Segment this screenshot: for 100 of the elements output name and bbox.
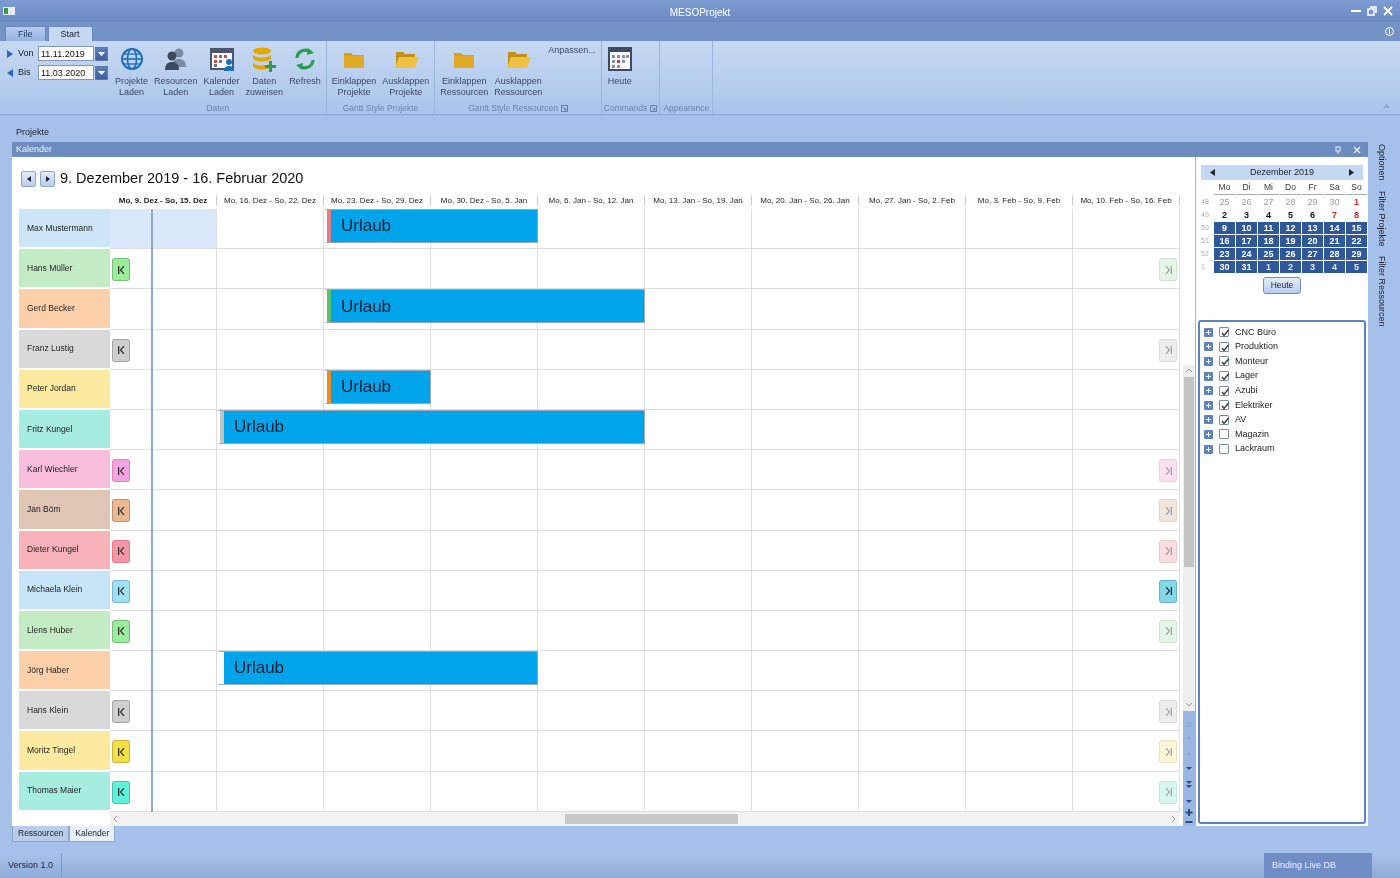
- close-button[interactable]: [1380, 6, 1396, 16]
- calendar-cell[interactable]: [645, 289, 752, 330]
- calendar-cell[interactable]: [324, 329, 431, 370]
- calendar-cell[interactable]: [110, 209, 217, 250]
- checkbox[interactable]: [1219, 429, 1229, 440]
- calendar-cell[interactable]: [1073, 490, 1180, 531]
- calendar-cell[interactable]: [752, 771, 859, 812]
- calendar-cell[interactable]: [538, 490, 645, 531]
- calendar-cell[interactable]: [217, 249, 324, 290]
- previous-button[interactable]: [21, 170, 36, 187]
- calendar-cell[interactable]: [1073, 289, 1180, 330]
- calendar-cell[interactable]: [966, 731, 1073, 772]
- calendar-cell[interactable]: [966, 610, 1073, 652]
- calendar-day[interactable]: 18: [1258, 235, 1279, 247]
- absence-bar[interactable]: Urlaub: [217, 651, 538, 686]
- calendar-cell[interactable]: [1073, 530, 1180, 571]
- calendar-cell[interactable]: [324, 731, 431, 772]
- calendar-day[interactable]: 13: [1302, 222, 1323, 234]
- calendar-day[interactable]: 26: [1280, 248, 1301, 260]
- calendar-cell[interactable]: [1073, 771, 1180, 812]
- next-button[interactable]: [40, 170, 55, 187]
- calendar-day[interactable]: 10: [1236, 222, 1257, 234]
- calendar-day[interactable]: 15: [1346, 222, 1367, 234]
- calendar-day[interactable]: 27: [1302, 248, 1323, 260]
- minimize-button[interactable]: [1348, 10, 1364, 12]
- date-field[interactable]: 11.11.2019: [38, 46, 94, 61]
- calendar-cell[interactable]: [431, 691, 538, 732]
- customize-button[interactable]: Anpassen...: [545, 44, 599, 58]
- calendar-day[interactable]: 28: [1324, 248, 1345, 260]
- calendar-cell[interactable]: [859, 450, 966, 491]
- calendar-cell[interactable]: [538, 329, 645, 370]
- calendar-cell[interactable]: [217, 329, 324, 370]
- calendar-cell[interactable]: [752, 450, 859, 491]
- calendar-cell[interactable]: [1073, 249, 1180, 290]
- calendar-day[interactable]: 2: [1214, 209, 1235, 221]
- calendar-cell[interactable]: [752, 651, 859, 692]
- ribbon-tab[interactable]: Start: [47, 26, 93, 41]
- calendar-day[interactable]: 29: [1346, 248, 1367, 260]
- calendar-cell[interactable]: [1073, 450, 1180, 491]
- calendar-cell[interactable]: [859, 289, 966, 330]
- calendar-cell[interactable]: [324, 490, 431, 531]
- calendar-cell[interactable]: [538, 450, 645, 491]
- calendar-cell[interactable]: [645, 651, 752, 692]
- calendar-cell[interactable]: [324, 450, 431, 491]
- calendar-cell[interactable]: [966, 249, 1073, 290]
- calendar-cell[interactable]: [431, 731, 538, 772]
- calendar-cell[interactable]: [966, 289, 1073, 330]
- bottom-tab[interactable]: Kalender: [69, 826, 116, 842]
- calendar-cell[interactable]: [752, 209, 859, 250]
- calendar-cell[interactable]: [966, 651, 1073, 692]
- calendar-cell[interactable]: [752, 731, 859, 772]
- calendar-day[interactable]: 31: [1236, 261, 1257, 273]
- ribbon-button[interactable]: Heute: [603, 44, 636, 102]
- calendar-cell[interactable]: [966, 450, 1073, 491]
- ribbon-button[interactable]: Resourcen Laden: [151, 44, 201, 102]
- calendar-cell[interactable]: [966, 409, 1073, 451]
- calendar-day[interactable]: 4: [1258, 209, 1279, 221]
- calendar-cell[interactable]: [645, 490, 752, 531]
- scroll-thumb[interactable]: [565, 813, 738, 824]
- calendar-day[interactable]: 24: [1236, 248, 1257, 260]
- calendar-cell[interactable]: [538, 570, 645, 611]
- ribbon-tab[interactable]: File: [5, 26, 46, 41]
- calendar-cell[interactable]: [217, 691, 324, 732]
- dropdown-button[interactable]: [95, 46, 108, 61]
- calendar-cell[interactable]: [431, 570, 538, 611]
- calendar-cell[interactable]: [1073, 651, 1180, 692]
- calendar-day[interactable]: 5: [1346, 261, 1367, 273]
- calendar-cell[interactable]: [859, 329, 966, 370]
- restore-button[interactable]: [1364, 6, 1380, 16]
- calendar-cell[interactable]: [324, 771, 431, 812]
- calendar-cell[interactable]: [859, 369, 966, 410]
- checkbox[interactable]: [1219, 400, 1229, 411]
- today-button[interactable]: Heute: [1262, 277, 1302, 294]
- calendar-cell[interactable]: [645, 530, 752, 571]
- calendar-cell[interactable]: [217, 450, 324, 491]
- navigation-strip[interactable]: [1183, 711, 1195, 826]
- calendar-cell[interactable]: [1073, 329, 1180, 370]
- calendar-cell[interactable]: [752, 369, 859, 410]
- calendar-cell[interactable]: [859, 570, 966, 611]
- calendar-cell[interactable]: [752, 329, 859, 370]
- calendar-cell[interactable]: [431, 450, 538, 491]
- calendar-cell[interactable]: [645, 771, 752, 812]
- calendar-cell[interactable]: [538, 731, 645, 772]
- calendar-cell[interactable]: [859, 490, 966, 531]
- calendar-day[interactable]: 1: [1258, 261, 1279, 273]
- jump-start-button[interactable]: [112, 459, 130, 483]
- calendar-day[interactable]: 21: [1324, 235, 1345, 247]
- jump-start-button[interactable]: [112, 579, 130, 603]
- jump-start-button[interactable]: [112, 619, 130, 643]
- calendar-cell[interactable]: [645, 610, 752, 652]
- calendar-cell[interactable]: [1073, 731, 1180, 772]
- calendar-day[interactable]: 2: [1280, 261, 1301, 273]
- calendar-day[interactable]: 22: [1346, 235, 1367, 247]
- jump-start-button[interactable]: [112, 700, 130, 724]
- calendar-cell[interactable]: [538, 369, 645, 410]
- calendar-cell[interactable]: [324, 570, 431, 611]
- calendar-day[interactable]: 14: [1324, 222, 1345, 234]
- ribbon-button[interactable]: Kalender Laden: [200, 44, 243, 102]
- calendar-day[interactable]: 1: [1346, 196, 1367, 208]
- calendar-cell[interactable]: [752, 691, 859, 732]
